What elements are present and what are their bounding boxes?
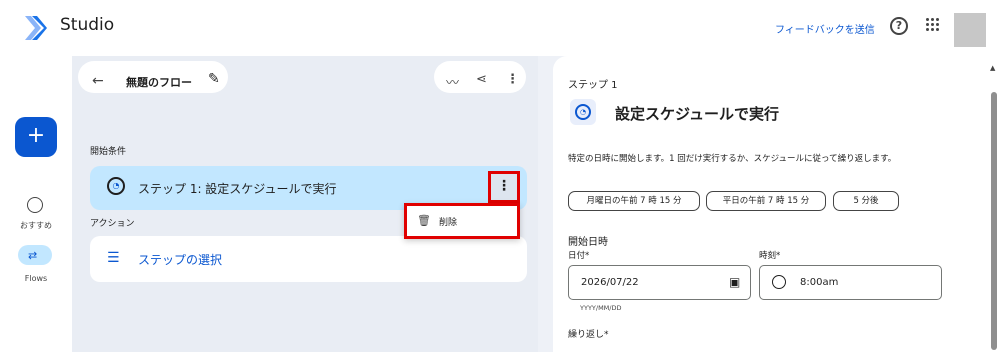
date-input[interactable]: 2026/07/22 ▣: [568, 265, 751, 300]
time-label: 時刻*: [759, 251, 781, 261]
trigger-section-label: 開始条件: [90, 147, 127, 157]
clock-icon: [772, 275, 786, 289]
app-title: Studio: [60, 15, 115, 35]
flow-title-bar: ← 無題のフロー ✎: [78, 61, 228, 93]
detail-step-label: ステップ 1: [568, 80, 618, 91]
flows-icon[interactable]: ⇄: [28, 249, 37, 262]
flow-actions-bar: 〰 ⋖ ⋮: [434, 61, 526, 93]
delete-menu-item[interactable]: 削除: [439, 215, 457, 228]
flow-title[interactable]: 無題のフロー: [126, 74, 192, 90]
trigger-step-label: ステップ 1: 設定スケジュールで実行: [138, 182, 337, 196]
navigation-rail: + おすすめ ⇄ Flows: [0, 56, 72, 352]
scroll-up-arrow-icon[interactable]: ▲: [990, 64, 995, 72]
activity-icon[interactable]: 〰: [446, 72, 459, 91]
step-more-button[interactable]: ⋮: [488, 171, 520, 203]
detail-description: 特定の日時に開始します。1 回だけ実行するか、スケジュールに従って繰り返します。: [568, 154, 897, 164]
rail-item-flows-label[interactable]: Flows: [0, 274, 72, 283]
calendar-icon[interactable]: ▣: [729, 275, 740, 289]
preset-chip-monday[interactable]: 月曜日の午前 7 時 15 分: [568, 191, 700, 211]
schedule-icon: ◔: [575, 104, 591, 120]
time-value[interactable]: 8:00am: [800, 277, 838, 288]
date-value[interactable]: 2026/07/22: [581, 277, 639, 288]
time-input[interactable]: 8:00am: [759, 265, 942, 300]
flow-editor-panel: ← 無題のフロー ✎ 〰 ⋖ ⋮ 開始条件 ◔ ステップ 1: 設定スケジュール…: [72, 56, 538, 352]
select-step-card[interactable]: ☰ ステップの選択: [90, 236, 527, 282]
account-avatar[interactable]: [954, 13, 986, 47]
detail-title: 設定スケジュールで実行: [615, 105, 779, 123]
more-vert-icon[interactable]: ⋮: [506, 72, 519, 87]
date-label: 日付*: [568, 251, 590, 261]
help-icon[interactable]: ?: [890, 17, 908, 35]
select-step-label: ステップの選択: [138, 253, 223, 267]
studio-logo-icon[interactable]: [22, 14, 48, 42]
apps-grid-icon[interactable]: [926, 18, 940, 32]
top-app-bar: Studio フィードバックを送信 ?: [0, 0, 1002, 56]
detail-scrollbar[interactable]: ▲: [990, 64, 998, 350]
add-step-icon: ☰: [107, 250, 120, 266]
rail-item-recommended-label[interactable]: おすすめ: [0, 220, 72, 231]
schedule-icon-tile: ◔: [570, 99, 596, 125]
scrollbar-thumb[interactable]: [991, 92, 997, 350]
share-icon[interactable]: ⋖: [476, 72, 487, 87]
schedule-icon: ◔: [107, 177, 125, 195]
explore-icon[interactable]: [27, 197, 43, 213]
main-content: ← 無題のフロー ✎ 〰 ⋖ ⋮ 開始条件 ◔ ステップ 1: 設定スケジュール…: [72, 56, 1002, 352]
date-format-hint: YYYY/MM/DD: [580, 304, 622, 312]
back-arrow-icon[interactable]: ←: [92, 73, 104, 89]
send-feedback-link[interactable]: フィードバックを送信: [775, 21, 875, 36]
preset-chip-5min[interactable]: 5 分後: [833, 191, 899, 211]
step-context-menu: 🗑 削除: [404, 203, 520, 239]
start-datetime-heading: 開始日時: [568, 237, 608, 248]
delete-icon[interactable]: 🗑: [417, 214, 431, 227]
edit-pencil-icon[interactable]: ✎: [208, 71, 220, 87]
repeat-label: 繰り返し*: [568, 330, 609, 340]
create-button[interactable]: +: [15, 117, 57, 157]
action-section-label: アクション: [90, 219, 135, 229]
step-detail-panel: ステップ 1 ◔ 設定スケジュールで実行 特定の日時に開始します。1 回だけ実行…: [553, 56, 1002, 352]
preset-chip-weekdays[interactable]: 平日の午前 7 時 15 分: [706, 191, 826, 211]
